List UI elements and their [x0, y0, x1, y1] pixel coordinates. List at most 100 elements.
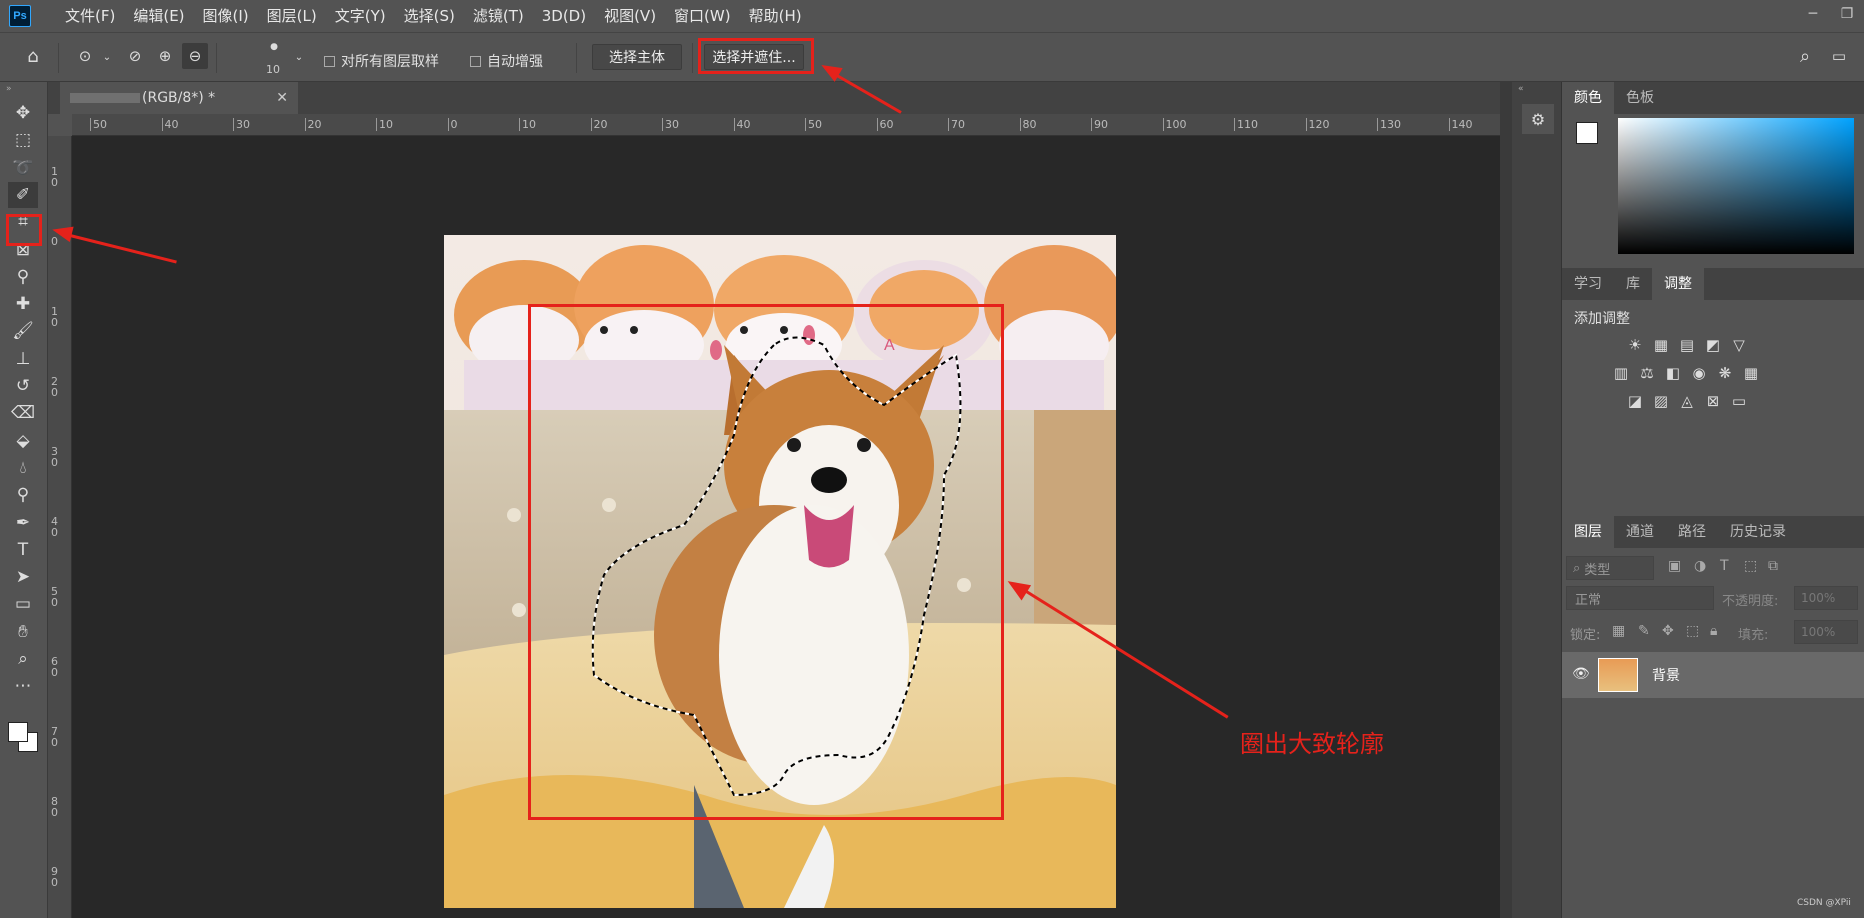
rectangle-tool-icon[interactable]: ▭ [8, 591, 38, 617]
posterize-icon[interactable]: ▨ [1650, 392, 1672, 410]
lasso-tool-icon[interactable]: ➰ [8, 155, 38, 181]
pen-tool-icon[interactable]: ✒ [8, 510, 38, 536]
menu-bar: Ps 文件(F) 编辑(E) 图像(I) 图层(L) 文字(Y) 选择(S) 滤镜(T) 3D… [0, 0, 1864, 32]
color-lookup-icon[interactable]: ▦ [1740, 364, 1762, 382]
lock-all-icon[interactable]: 🔒︎ [1710, 623, 1717, 639]
foreground-color-swatch[interactable] [1576, 122, 1598, 144]
history-brush-tool-icon[interactable]: ↺ [8, 373, 38, 399]
minimize-icon[interactable]: ─ [1796, 0, 1830, 28]
auto-enhance-checkbox[interactable]: 自动增强 [470, 51, 543, 71]
fill-input[interactable]: 100% [1794, 620, 1858, 644]
menu-item[interactable]: 图层(L) [258, 0, 326, 32]
brush-tool-icon[interactable]: 🖌︎ [8, 318, 38, 344]
layer-filter-select[interactable]: ⌕ 类型 [1566, 556, 1654, 580]
eyedropper-tool-icon[interactable]: ⚲ [8, 264, 38, 290]
filter-adjustment-icon[interactable]: ◑ [1694, 558, 1706, 574]
subtract-from-selection-icon[interactable]: ⊖ [182, 43, 208, 69]
search-icon[interactable]: ⌕ [1792, 43, 1818, 69]
filter-type-icon[interactable]: T [1720, 558, 1729, 574]
filter-smart-object-icon[interactable]: ⧉ [1768, 558, 1778, 574]
foreground-color-swatch[interactable] [8, 722, 28, 742]
chevron-down-icon[interactable]: ⌄ [100, 47, 114, 67]
lock-transparent-icon[interactable]: ▦ [1612, 623, 1625, 639]
add-to-selection-icon[interactable]: ⊕ [152, 43, 178, 69]
menu-item[interactable]: 滤镜(T) [464, 0, 533, 32]
clone-stamp-tool-icon[interactable]: ⊥ [8, 346, 38, 372]
curves-icon[interactable]: ▤ [1676, 336, 1698, 354]
dock-divider[interactable] [1500, 82, 1512, 918]
photo-filter-icon[interactable]: ◉ [1688, 364, 1710, 382]
menu-item[interactable]: 视图(V) [595, 0, 665, 32]
exposure-icon[interactable]: ◩ [1702, 336, 1724, 354]
menu-item[interactable]: 帮助(H) [740, 0, 811, 32]
tab-adjustments[interactable]: 调整 [1652, 268, 1704, 300]
filter-pixel-icon[interactable]: ▣ [1668, 558, 1681, 574]
quick-select-preset-icon[interactable]: ⊙ [72, 43, 98, 69]
opacity-input[interactable]: 100% [1794, 586, 1858, 610]
layer-row[interactable]: 👁︎ 背景 [1562, 652, 1864, 698]
color-balance-icon[interactable]: ⚖ [1636, 364, 1658, 382]
tab-swatches[interactable]: 色板 [1614, 82, 1666, 114]
menu-item[interactable]: 3D(D) [533, 0, 595, 32]
eraser-tool-icon[interactable]: ⌫ [8, 400, 38, 426]
move-tool-icon[interactable]: ✥ [8, 100, 38, 126]
sample-all-layers-checkbox[interactable]: 对所有图层取样 [324, 51, 439, 71]
healing-brush-tool-icon[interactable]: ✚ [8, 291, 38, 317]
marquee-tool-icon[interactable]: ⬚ [8, 127, 38, 153]
fill-label: 填充: [1738, 628, 1769, 643]
document-tab[interactable]: (RGB/8*) * ✕ [60, 82, 298, 114]
properties-panel-icon[interactable]: ⚙ [1522, 104, 1554, 134]
color-panel-tabs: 颜色 色板 [1562, 82, 1864, 114]
new-selection-icon[interactable]: ⊘ [122, 43, 148, 69]
expand-icon[interactable]: « [1518, 84, 1524, 94]
lock-position-icon[interactable]: ✥ [1662, 623, 1674, 639]
hue-saturation-icon[interactable]: ▥ [1610, 364, 1632, 382]
tab-learn[interactable]: 学习 [1562, 268, 1614, 300]
levels-icon[interactable]: ▦ [1650, 336, 1672, 354]
tab-color[interactable]: 颜色 [1562, 82, 1614, 114]
menu-item[interactable]: 文件(F) [56, 0, 124, 32]
vibrance-icon[interactable]: ▽ [1728, 336, 1750, 354]
select-subject-button[interactable]: 选择主体 [592, 44, 682, 70]
filter-shape-icon[interactable]: ⬚ [1744, 558, 1757, 574]
lock-image-icon[interactable]: ✎ [1638, 623, 1650, 639]
restore-icon[interactable]: ❐ [1830, 0, 1864, 28]
brush-size-chevron-icon[interactable]: ⌄ [292, 47, 306, 67]
tab-history[interactable]: 历史记录 [1718, 516, 1798, 548]
quick-selection-tool-icon[interactable]: ✐ [8, 181, 38, 208]
hand-tool-icon[interactable]: ✋︎ [8, 619, 38, 645]
dodge-tool-icon[interactable]: ⚲ [8, 482, 38, 508]
invert-icon[interactable]: ◪ [1624, 392, 1646, 410]
close-icon[interactable]: ✕ [276, 90, 288, 106]
eye-icon[interactable]: 👁︎ [1572, 666, 1590, 682]
collapse-icon[interactable]: » [6, 84, 12, 94]
menu-item[interactable]: 选择(S) [395, 0, 464, 32]
black-white-icon[interactable]: ◧ [1662, 364, 1684, 382]
channel-mixer-icon[interactable]: ❋ [1714, 364, 1736, 382]
selective-color-icon[interactable]: ⊠ [1702, 392, 1724, 410]
home-icon[interactable]: ⌂ [18, 41, 48, 71]
color-picker-field[interactable] [1618, 118, 1854, 254]
blur-tool-icon[interactable]: 💧︎ [8, 455, 38, 481]
more-tools-icon[interactable]: ⋯ [8, 673, 38, 699]
photoshop-logo: Ps [9, 5, 31, 27]
lock-artboard-icon[interactable]: ⬚ [1686, 623, 1699, 639]
path-selection-tool-icon[interactable]: ➤ [8, 564, 38, 590]
brush-tip-icon[interactable]: ● [268, 41, 280, 53]
zoom-tool-icon[interactable]: ⌕ [8, 646, 38, 672]
tab-layers[interactable]: 图层 [1562, 516, 1614, 548]
tab-paths[interactable]: 路径 [1666, 516, 1718, 548]
blend-mode-select[interactable]: 正常 [1566, 586, 1714, 610]
threshold-icon[interactable]: ◬ [1676, 392, 1698, 410]
tab-libraries[interactable]: 库 [1614, 268, 1652, 300]
type-tool-icon[interactable]: T [8, 537, 38, 563]
menu-item[interactable]: 编辑(E) [124, 0, 193, 32]
menu-item[interactable]: 图像(I) [194, 0, 258, 32]
workspace-icon[interactable]: ▭ [1826, 43, 1852, 69]
menu-item[interactable]: 文字(Y) [326, 0, 395, 32]
brightness-icon[interactable]: ☀ [1624, 336, 1646, 354]
menu-item[interactable]: 窗口(W) [665, 0, 740, 32]
tab-channels[interactable]: 通道 [1614, 516, 1666, 548]
gradient-map-icon[interactable]: ▭ [1728, 392, 1750, 410]
paint-bucket-tool-icon[interactable]: ⬙ [8, 428, 38, 454]
